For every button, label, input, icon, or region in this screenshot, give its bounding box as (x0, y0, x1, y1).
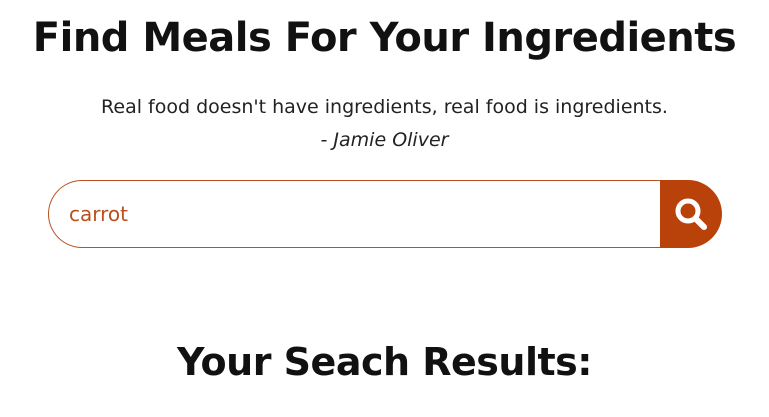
search-input[interactable] (48, 180, 660, 248)
search-button[interactable] (660, 180, 722, 248)
search-form (48, 180, 722, 248)
quote-author: - Jamie Oliver (320, 129, 449, 151)
quote-text: Real food doesn't have ingredients, real… (101, 96, 668, 118)
page-title: Find Meals For Your Ingredients (32, 15, 737, 61)
results-heading: Your Seach Results: (177, 340, 592, 384)
